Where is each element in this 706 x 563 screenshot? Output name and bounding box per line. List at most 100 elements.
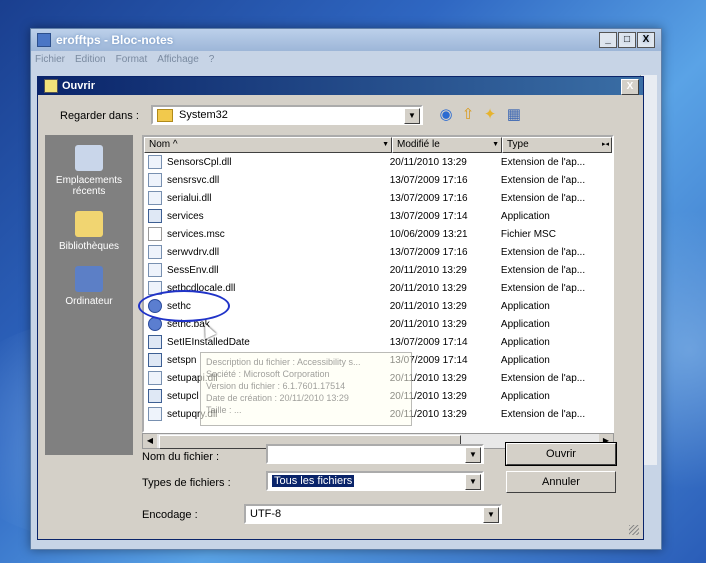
file-name: SetIEInstalledDate: [167, 336, 250, 348]
file-row[interactable]: SessEnv.dll 20/11/2010 13:29 Extension de …: [144, 261, 612, 279]
encoding-select[interactable]: UTF-8 ▼: [244, 504, 502, 524]
file-date: 10/06/2009 13:21: [389, 228, 468, 240]
filetype-value: Tous les fichiers: [272, 475, 355, 487]
file-date: 13/07/2009 17:14: [389, 210, 468, 222]
chevron-down-icon[interactable]: ▼: [465, 447, 481, 463]
column-name-label: Nom: [149, 139, 171, 150]
menu-affichage[interactable]: Affichage: [157, 54, 199, 65]
file-name: services: [167, 210, 204, 222]
cancel-button[interactable]: Annuler: [506, 471, 616, 493]
new-folder-icon[interactable]: ✦: [480, 105, 500, 125]
resize-grip[interactable]: [629, 525, 639, 535]
encoding-value: UTF-8: [250, 508, 282, 520]
file-date: 13/07/2009 17:16: [389, 246, 468, 258]
notepad-title-bar[interactable]: erofftps - Bloc-notes _ □ X: [31, 29, 661, 51]
file-app-icon: [148, 353, 162, 367]
file-row[interactable]: services.msc 10/06/2009 13:21 Fichier MSC: [144, 225, 612, 243]
file-app-icon: [148, 389, 162, 403]
column-modified-label: Modifié le: [397, 139, 440, 150]
file-type: Application: [500, 318, 550, 330]
filename-input[interactable]: ▼: [266, 444, 484, 464]
file-type: Application: [500, 390, 550, 402]
lookin-combo[interactable]: System32 ▼: [151, 105, 423, 125]
chevron-down-icon[interactable]: ▼: [465, 474, 481, 490]
column-name[interactable]: Nom ^ ▼: [144, 137, 392, 153]
file-date: 13/07/2009 17:16: [389, 192, 468, 204]
file-row[interactable]: services 13/07/2009 17:14 Application: [144, 207, 612, 225]
file-list-header: Nom ^ ▼ Modifié le ▼ Type ▸◂: [144, 137, 612, 153]
menu-edition[interactable]: Edition: [75, 54, 106, 65]
tooltip-line: Version du fichier : 6.1.7601.17514: [206, 381, 346, 391]
file-dll-icon: [148, 173, 162, 187]
file-type: Extension de l'ap...: [500, 174, 586, 186]
file-tooltip: Description du fichier : Accessibility s…: [200, 352, 412, 426]
menu-format[interactable]: Format: [116, 54, 148, 65]
lookin-value: System32: [179, 109, 228, 121]
file-app-icon: [148, 335, 162, 349]
chevron-down-icon[interactable]: ▼: [483, 507, 499, 523]
file-dll-icon: [148, 191, 162, 205]
file-row[interactable]: SetIEInstalledDate 13/07/2009 17:14 Applic…: [144, 333, 612, 351]
place-libraries[interactable]: Bibliothèques: [45, 207, 133, 256]
notepad-title: erofftps - Bloc-notes: [56, 33, 174, 47]
column-type-label: Type: [507, 139, 529, 150]
recent-places-icon: [75, 145, 103, 171]
file-date: 20/11/2010 13:29: [389, 264, 467, 276]
places-bar: Emplacements récents Bibliothèques Ordin…: [45, 135, 133, 455]
file-row[interactable]: serialui.dll 13/07/2009 17:16 Extension de…: [144, 189, 612, 207]
file-type: Extension de l'ap...: [500, 264, 586, 276]
chevron-down-icon[interactable]: ▼: [404, 108, 420, 124]
file-dll-icon: [148, 155, 162, 169]
notepad-menubar: Fichier Edition Format Affichage ?: [31, 51, 661, 67]
file-name: SensorsCpl.dll: [167, 156, 232, 168]
file-name: setupcl: [167, 390, 199, 402]
menu-fichier[interactable]: Fichier: [35, 54, 65, 65]
file-dll-icon: [148, 263, 162, 277]
filename-label: Nom du fichier :: [142, 451, 220, 463]
up-folder-icon[interactable]: ⇧: [458, 105, 478, 125]
file-date: 13/07/2009 17:16: [389, 174, 468, 186]
close-button[interactable]: X: [637, 32, 655, 48]
dialog-title-bar[interactable]: Ouvrir X: [38, 77, 643, 95]
open-button[interactable]: Ouvrir: [505, 442, 617, 466]
scroll-left-icon[interactable]: ◀: [143, 434, 157, 448]
open-dialog: Ouvrir X Regarder dans : System32 ▼ ◉ ⇧ …: [37, 76, 644, 540]
libraries-icon: [75, 211, 103, 237]
file-type: Application: [500, 210, 550, 222]
file-date: 20/11/2010 13:29: [389, 282, 467, 294]
file-row[interactable]: serwvdrv.dll 13/07/2009 17:16 Extension de…: [144, 243, 612, 261]
column-modified[interactable]: Modifié le ▼: [392, 137, 502, 153]
file-type: Application: [500, 354, 550, 366]
place-computer-label: Ordinateur: [65, 296, 113, 307]
view-menu-icon[interactable]: ▦: [504, 105, 524, 125]
minimize-button[interactable]: _: [599, 32, 617, 48]
back-icon[interactable]: ◉: [436, 105, 456, 125]
maximize-button[interactable]: □: [618, 32, 636, 48]
file-row[interactable]: sensrsvc.dll 13/07/2009 17:16 Extension de…: [144, 171, 612, 189]
file-msc-icon: [148, 227, 162, 241]
file-row[interactable]: SensorsCpl.dll 20/11/2010 13:29 Extension …: [144, 153, 612, 171]
tooltip-line: Taille : ...: [206, 405, 242, 415]
file-type: Extension de l'ap...: [500, 192, 586, 204]
file-name: setspn: [167, 354, 197, 366]
notepad-icon: [37, 33, 51, 47]
file-type: Extension de l'ap...: [500, 156, 586, 168]
file-type: Application: [500, 300, 550, 312]
place-computer[interactable]: Ordinateur: [45, 262, 133, 311]
menu-help[interactable]: ?: [209, 54, 215, 65]
lookin-label: Regarder dans :: [60, 110, 139, 122]
annotation-circle: [138, 290, 230, 322]
file-date: 20/11/2010 13:29: [389, 318, 467, 330]
dialog-title: Ouvrir: [62, 80, 96, 92]
filetype-select[interactable]: Tous les fichiers ▼: [266, 471, 484, 491]
file-date: 20/11/2010 13:29: [389, 156, 467, 168]
file-name: sensrsvc.dll: [167, 174, 220, 186]
column-type[interactable]: Type ▸◂: [502, 137, 612, 153]
file-name: SessEnv.dll: [167, 264, 219, 276]
dialog-close-button[interactable]: X: [621, 79, 639, 95]
place-recent[interactable]: Emplacements récents: [45, 141, 133, 201]
tooltip-line: Société : Microsoft Corporation: [206, 369, 330, 379]
tooltip-line: Description du fichier : Accessibility s…: [206, 357, 361, 367]
file-name: services.msc: [167, 228, 225, 240]
dialog-icon: [44, 79, 58, 93]
